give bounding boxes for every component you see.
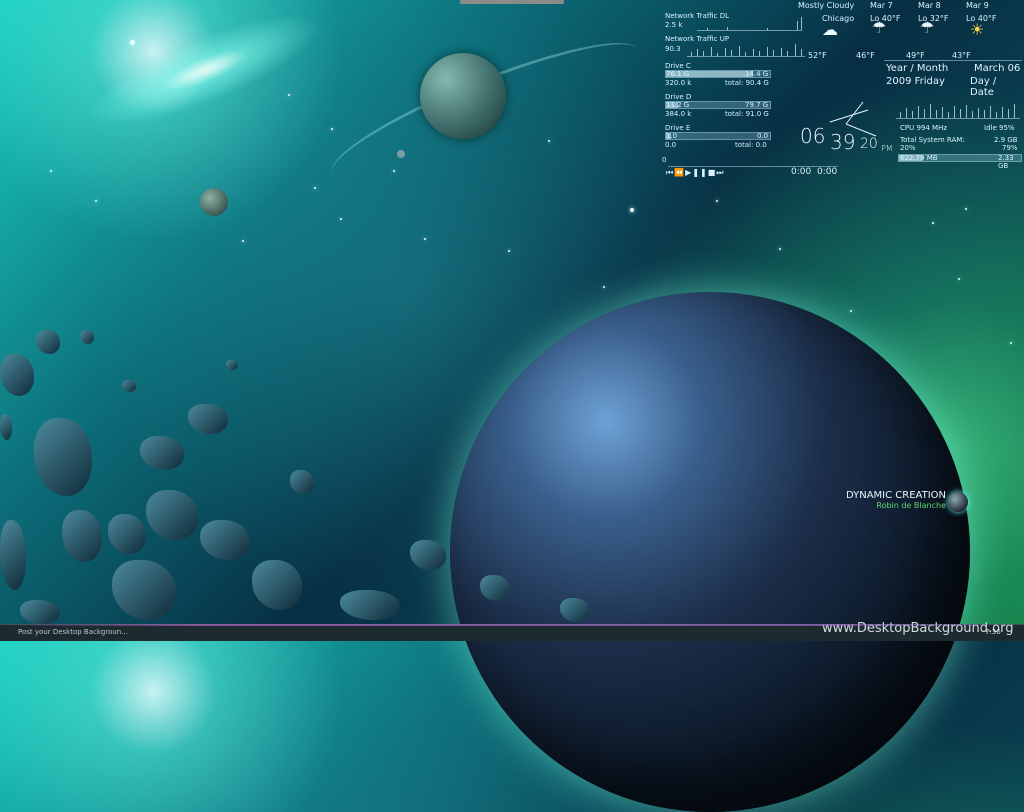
ram-total: 2.9 GB [994,136,1018,144]
small-planet [200,188,228,216]
clock-seconds: 20 [860,136,878,152]
drive-d-total: total: 91.0 G [725,110,769,118]
ringed-planet [420,53,506,139]
drive-e-read: 0.0 [665,141,677,149]
player-time-a: 0:00 [791,167,812,177]
drive-e-free: 0.0 [757,132,769,140]
drive-c-read: 320.0 k [665,79,692,87]
calendar-graph [896,94,1020,119]
cpu-label: CPU 994 MHz [900,124,948,132]
taskbar-status-text[interactable]: Post your Desktop Backgroun... [18,628,128,636]
calendar-year-day: 2009 Friday [886,76,945,87]
drive-c-used: 76.1 G [666,70,690,78]
drive-d-label: Drive D [665,93,692,101]
cpu-idle: Idle 95% [984,124,1015,132]
taskbar: Post your Desktop Backgroun... www.Deskt… [0,621,1024,641]
taskbar-accent-strip [0,624,1024,626]
ram-label: Total System RAM: [900,136,965,144]
taskbar-clock: 7:36 [985,628,1001,636]
rain-cloud-icon: ☂ [872,18,887,37]
weather-condition: Mostly Cloudy [798,1,855,10]
tiny-planet [397,150,405,158]
weather-day2-hi: 49°F [906,51,925,60]
weather-day2-date: Mar 8 [918,1,941,10]
spiral-galaxy [66,0,344,154]
ram-free-pct: 79% [1002,144,1018,152]
system-widget: CPU 994 MHz Idle 95% Total System RAM: 2… [898,124,1022,170]
pause-icon[interactable]: ❚❚ [692,168,707,177]
previous-icon[interactable]: ⏮ [666,168,674,177]
weather-day3-date: Mar 9 [966,1,989,10]
drive-d-read: 384.0 k [665,110,692,118]
drive-c-free: 14.4 G [745,70,769,78]
drive-e-used: 1.0 [666,132,678,140]
clock-minutes: 39 [830,130,856,154]
sun-icon: ☀ [970,20,985,39]
calendar-date: March 06 [974,63,1021,74]
weather-current-temp: 52°F [808,51,827,60]
cloud-moon-icon: ☁ [822,20,838,39]
player-controls: ⏮⏪▶❚❚■⏭ [666,169,725,177]
player-progress-line [668,166,838,167]
calendar-year-month-label: Year / Month [886,63,949,74]
player-counter: 0 [662,156,667,164]
weather-widget: Mostly Cloudy Chicago ☁ 52°F Mar 7 Lo 40… [798,2,1018,62]
network-dl-value: 2.5 k [665,21,683,29]
drive-c-total: total: 90.4 G [725,79,769,87]
drive-e-bar [665,132,771,140]
top-edge-tab[interactable] [460,0,564,4]
network-up-value: 90.3 [665,45,681,53]
large-planet [450,292,970,812]
credits-title: DYNAMIC CREATION [845,490,946,501]
network-up-graph [687,42,805,57]
credits: DYNAMIC CREATION Robin de Blanche [820,490,946,516]
weather-day1-hi: 46°F [856,51,875,60]
drive-e-total: total: 0.0 [735,141,767,149]
player-time-b: 0:00 [817,167,838,177]
network-widget: Network Traffic DL 2.5 k Network Traffic… [665,12,805,58]
ram-free: 2.33 GB [998,154,1014,170]
stop-icon[interactable]: ■ [708,168,717,177]
calendar-widget: Year / Month March 06 2009 Friday Day / … [884,60,1022,122]
network-dl-graph [697,16,802,31]
next-icon[interactable]: ⏭ [716,168,724,177]
rain-cloud-icon: ☂ [920,18,935,37]
calendar-top-line [884,60,1022,61]
drive-d-used: 11.2 G [666,101,690,109]
ram-used: 622.79 MB [900,154,938,162]
drive-d-free: 79.7 G [745,101,769,109]
clock-widget: 06 39 20 PM [798,98,898,158]
weather-day1-date: Mar 7 [870,1,893,10]
clock-ampm: PM [881,144,893,153]
drives-widget: Drive C 76.1 G 14.4 G 320.0 k total: 90.… [665,62,777,152]
clock-hours: 06 [800,124,826,148]
credits-author: Robin de Blanche [876,501,946,510]
moon [948,492,968,512]
rewind-icon[interactable]: ⏪ [674,168,685,177]
ram-used-pct: 20% [900,144,916,152]
weather-day3-hi: 43°F [952,51,971,60]
drive-c-label: Drive C [665,62,691,70]
drive-e-label: Drive E [665,124,691,132]
